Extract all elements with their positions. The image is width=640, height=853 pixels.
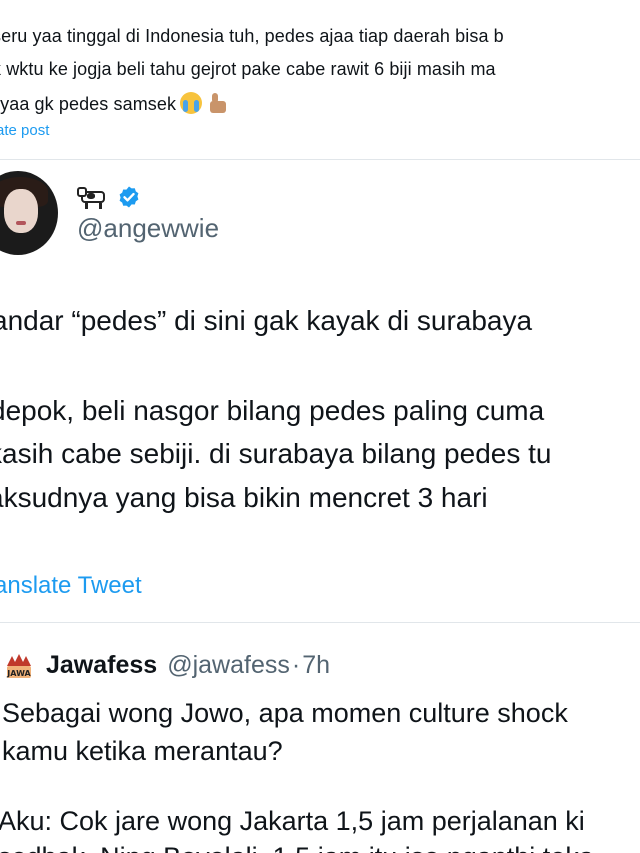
quoted-user-handle[interactable]: @jawafess [167, 651, 290, 680]
previous-tweet[interactable]: seru yaa tinggal di Indonesia tuh, pedes… [0, 0, 640, 160]
user-handle[interactable]: @angewwie [77, 213, 219, 244]
thumbs-up-icon [206, 92, 228, 114]
divider [0, 622, 640, 623]
quoted-text-line: kamu ketika merantau? [2, 736, 283, 766]
tweet-text-line: andar “pedes” di sini gak kayak di surab… [0, 305, 533, 336]
svg-text:JAWA: JAWA [6, 669, 31, 678]
crying-face-icon [180, 92, 203, 114]
tweet-text-line: aksudnya yang bisa bikin mencret 3 hari [0, 482, 488, 513]
jawafess-logo-icon[interactable]: JAWA [4, 652, 34, 682]
avatar[interactable] [0, 171, 58, 255]
display-name[interactable] [77, 183, 141, 211]
tweet-text-line: k wktu ke jogja beli tahu gejrot pake ca… [0, 59, 496, 79]
divider [0, 159, 640, 160]
separator-dot: · [291, 651, 301, 679]
verified-badge-icon [119, 186, 139, 208]
quoted-text-line: sedhak. Ning Boyolali, 1,5 jam itu iso n… [0, 842, 594, 853]
tweet-text-line: depok, beli nasgor bilang pedes paling c… [0, 395, 545, 426]
quoted-text-line: Sebagai wong Jowo, apa momen culture sho… [2, 698, 568, 728]
tweet-text-line: nyaa gk pedes samsek [0, 92, 228, 115]
translate-post-link[interactable]: ate post [0, 122, 49, 139]
cow-icon [77, 185, 111, 209]
quoted-display-name[interactable]: Jawafess [46, 651, 157, 680]
quoted-timestamp[interactable]: 7h [302, 651, 330, 680]
quoted-tweet-header[interactable]: Jawafess @jawafess · 7h [46, 651, 330, 680]
translate-tweet-link[interactable]: anslate Tweet [0, 572, 142, 600]
tweet-text-line: kasih cabe sebiji. di surabaya bilang pe… [0, 438, 552, 469]
quoted-text-line: Aku: Cok jare wong Jakarta 1,5 jam perja… [0, 806, 585, 836]
tweet-text-line: seru yaa tinggal di Indonesia tuh, pedes… [0, 26, 504, 46]
